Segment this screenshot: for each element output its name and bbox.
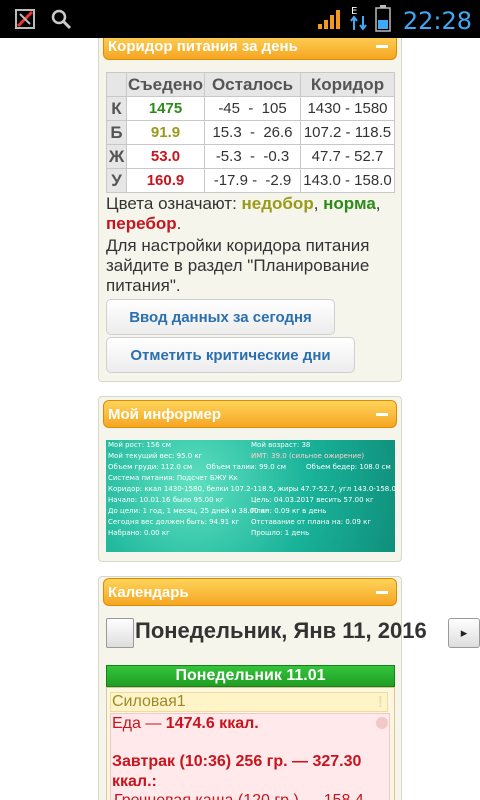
row-label: Б xyxy=(106,120,127,145)
informer-line: Прошло: 1 день xyxy=(251,529,310,537)
food-total: Еда — 1474.6 ккал. xyxy=(112,715,259,733)
nutrition-panel-header[interactable]: Коридор питания за день xyxy=(103,38,397,60)
informer-line: Мой рост: 156 см xyxy=(108,441,172,449)
table-row: Ж 53.0 -5.3 - -0.3 47.7 - 52.7 xyxy=(106,144,395,169)
chevron-right-icon: ▸ xyxy=(460,625,468,640)
mark-critical-days-button[interactable]: Отметить критические дни xyxy=(106,337,355,373)
collapse-icon[interactable] xyxy=(376,413,388,416)
legend-sep: , xyxy=(375,194,381,213)
nutrition-panel-title: Коридор питания за день xyxy=(108,38,298,55)
col-header-corridor: Коридор xyxy=(300,72,395,97)
informer-line: Мой текущий вес: 95.0 кг xyxy=(108,452,203,460)
signal-icon xyxy=(317,6,343,35)
legend-sep: , xyxy=(313,194,324,213)
eaten-value: 53.0 xyxy=(126,144,205,169)
informer-line: Набрано: 0.00 кг xyxy=(108,529,170,537)
status-bar: E 22:28 xyxy=(0,0,480,38)
corridor-value: 1430 - 1580 xyxy=(300,96,395,121)
informer-line: ИМТ: 39.0 (сильное ожирение) xyxy=(251,452,365,460)
eaten-value: 91.9 xyxy=(126,120,205,145)
info-icon: ! xyxy=(377,694,383,711)
informer-panel-header[interactable]: Мой информер xyxy=(103,400,397,428)
table-row: К 1475 -45 - 105 1430 - 1580 xyxy=(106,96,395,121)
table-row: Б 91.9 15.3 - 26.6 107.2 - 118.5 xyxy=(106,120,395,145)
legend-norm: норма xyxy=(323,194,376,213)
prev-day-button[interactable] xyxy=(106,618,134,648)
row-label: Ж xyxy=(106,144,127,169)
nutrition-table: Съедено Осталось Коридор К 1475 -45 - 10… xyxy=(106,72,395,193)
svg-text:E: E xyxy=(351,6,357,17)
color-legend: Цвета означают: недобор, норма, перебор. xyxy=(106,194,398,234)
food-label: Еда — xyxy=(112,715,166,732)
row-label: К xyxy=(106,96,127,121)
legend-under: недобор xyxy=(241,194,314,213)
collapse-icon[interactable] xyxy=(376,45,388,48)
next-day-button[interactable]: ▸ xyxy=(448,618,480,648)
informer-line: Начало: 10.01.16 было 95.00 кг xyxy=(108,496,224,504)
data-e-icon: E xyxy=(349,4,369,37)
informer-line: Объем бедер: 108.0 см xyxy=(306,463,391,471)
day-header[interactable]: Понедельник 11.01 xyxy=(106,665,395,687)
eaten-value: 160.9 xyxy=(126,168,205,193)
corridor-value: 47.7 - 52.7 xyxy=(300,144,395,169)
col-header-eaten: Съедено xyxy=(126,72,205,97)
left-value: -17.9 - -2.9 xyxy=(204,168,301,193)
informer-line: Объем талии: 99.0 см xyxy=(206,463,287,471)
table-row: У 160.9 -17.9 - -2.9 143.0 - 158.0 xyxy=(106,168,395,193)
hand-icon xyxy=(376,717,388,729)
legend-end: . xyxy=(176,214,182,233)
informer-line: Сегодня вес должен быть: 94.91 кг xyxy=(108,518,240,526)
calendar-panel-header[interactable]: Календарь xyxy=(103,578,397,606)
col-header-left: Осталось xyxy=(204,72,301,97)
clock: 22:28 xyxy=(402,6,472,35)
page-content: Коридор питания за день Съедено Осталось… xyxy=(0,38,480,800)
table-header-row: Съедено Осталось Коридор xyxy=(106,72,395,97)
informer-line: Отставание от плана на: 0.09 кг xyxy=(251,518,372,526)
enter-today-button[interactable]: Ввод данных за сегодня xyxy=(106,299,335,335)
breakfast-entry: Завтрак (10:36) 256 гр. — 327.30 ккал.: xyxy=(112,753,362,790)
search-icon[interactable] xyxy=(50,8,72,35)
legend-prefix: Цвета означают: xyxy=(106,194,242,213)
food-item: Гречневая каша (120 гр.) — 158.4 xyxy=(114,792,364,800)
corridor-value: 107.2 - 118.5 xyxy=(300,120,395,145)
informer-line: До цели: 1 год, 1 месяц, 25 дней и 38.00… xyxy=(108,507,269,515)
legend-over: перебор xyxy=(106,214,177,233)
corridor-value: 143.0 - 158.0 xyxy=(300,168,395,193)
calendar-date-title: Понедельник, Янв 11, 2016 xyxy=(135,618,427,643)
informer-widget: Мой рост: 156 см Мой возраст: 38 Мой тек… xyxy=(106,440,395,552)
workout-label: Силовая1 xyxy=(112,693,186,710)
food-value: 1474.6 ккал. xyxy=(165,715,259,732)
left-value: 15.3 - 26.6 xyxy=(204,120,301,145)
workout-entry[interactable]: Силовая1 ! xyxy=(110,692,388,712)
informer-line: Объем груди: 112.0 см xyxy=(108,463,193,471)
informer-line: Коридор: ккал 1430-1580, белки 107.2-118… xyxy=(108,485,395,493)
informer-line: План: 0.09 кг в день xyxy=(251,507,327,515)
informer-line: Система питания: Подсчет БЖУ Кк xyxy=(108,474,238,482)
table-corner xyxy=(106,72,127,97)
eaten-value: 1475 xyxy=(126,96,205,121)
collapse-icon[interactable] xyxy=(376,591,388,594)
informer-line: Цель: 04.03.2017 весить 57.00 кг xyxy=(251,496,374,504)
left-value: -45 - 105 xyxy=(204,96,301,121)
row-label: У xyxy=(106,168,127,193)
left-value: -5.3 - -0.3 xyxy=(204,144,301,169)
app-notification-icon xyxy=(14,8,36,35)
planning-hint: Для настройки коридора питания зайдите в… xyxy=(106,236,370,295)
battery-icon xyxy=(375,4,391,37)
informer-line: Мой возраст: 38 xyxy=(251,441,311,449)
informer-panel-title: Мой информер xyxy=(108,405,221,423)
calendar-panel-title: Календарь xyxy=(108,583,189,601)
